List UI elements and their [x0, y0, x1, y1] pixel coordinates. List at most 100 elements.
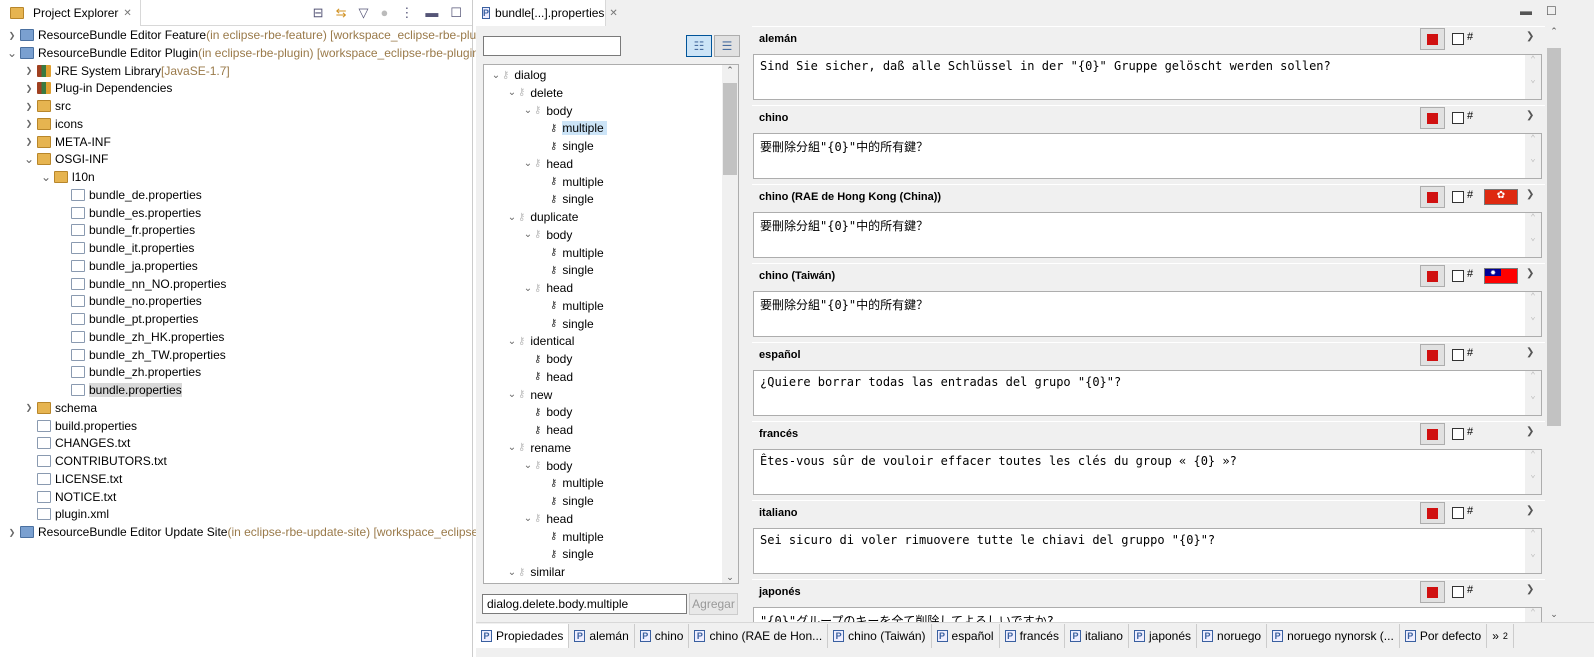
chevron-down-icon[interactable]: ⌄	[522, 460, 534, 471]
expand-arrow-icon[interactable]: ❯	[1526, 189, 1534, 200]
key-tree-item[interactable]: ⚷ single	[538, 545, 594, 563]
locale-tab[interactable]: Pespañol	[932, 623, 1000, 648]
collapse-all-icon[interactable]: ⊟	[313, 5, 324, 21]
project-tree-item[interactable]: bundle_es.properties	[57, 204, 201, 222]
unicode-checkbox[interactable]	[1452, 507, 1464, 519]
chevron-down-icon[interactable]: ⌄	[40, 170, 52, 184]
key-tree-item[interactable]: ⌄ ⚷ similar	[506, 563, 565, 581]
key-tree-item[interactable]: ⚷ body	[522, 350, 572, 368]
key-tree-item[interactable]: ⌄ ⚷ body	[522, 457, 573, 475]
unicode-checkbox[interactable]	[1452, 270, 1464, 282]
expand-arrow-icon[interactable]: ❯	[1526, 347, 1534, 358]
textarea-scrollbar[interactable]: ⌃⌄	[1525, 134, 1541, 178]
project-tree-item[interactable]: ❯ JRE System Library [JavaSE-1.7]	[23, 62, 230, 80]
translate-button[interactable]	[1420, 28, 1445, 50]
view-menu-icon[interactable]: ⋮	[400, 5, 413, 21]
chevron-right-icon[interactable]: ❯	[23, 84, 35, 93]
project-tree-item[interactable]: plugin.xml	[23, 505, 109, 523]
locale-value-textarea[interactable]: 要刪除分組"{0}"中的所有鍵？ ⌃ ⌄	[753, 291, 1542, 337]
translate-button[interactable]	[1420, 265, 1445, 287]
key-tree-item[interactable]: ⌄ ⚷ body	[522, 102, 573, 120]
unicode-checkbox[interactable]	[1452, 349, 1464, 361]
unicode-checkbox[interactable]	[1452, 191, 1464, 203]
locale-tab[interactable]: Pchino (RAE de Hon...	[689, 623, 829, 648]
unicode-checkbox[interactable]	[1452, 112, 1464, 124]
locale-tab[interactable]: Pjaponés	[1129, 623, 1198, 648]
chevron-down-icon[interactable]: ⌄	[23, 152, 35, 166]
project-tree-item[interactable]: bundle_fr.properties	[57, 221, 195, 239]
project-tree-item[interactable]: bundle_zh.properties	[57, 363, 201, 381]
working-set-icon[interactable]: ●	[380, 5, 388, 21]
expand-arrow-icon[interactable]: ❯	[1526, 584, 1534, 595]
project-explorer-tab[interactable]: Project Explorer ✕	[0, 0, 141, 26]
project-tree-item[interactable]: bundle_zh_TW.properties	[57, 346, 226, 364]
unicode-checkbox[interactable]	[1452, 428, 1464, 440]
project-tree-item[interactable]: bundle_zh_HK.properties	[57, 328, 224, 346]
key-tree-item[interactable]: ⚷ single	[538, 190, 594, 208]
project-tree-item[interactable]: ❯ META-INF	[23, 133, 111, 151]
tabs-overflow-button[interactable]: » 2	[1487, 623, 1514, 648]
minimize-icon[interactable]: ▬	[425, 5, 438, 21]
locale-tab[interactable]: Pitaliano	[1065, 623, 1129, 648]
chevron-down-icon[interactable]: ⌄	[506, 212, 518, 223]
locale-value-textarea[interactable]: ¿Quiere borrar todas las entradas del gr…	[753, 370, 1542, 416]
locale-value-textarea[interactable]: 要刪除分組"{0}"中的所有鍵？ ⌃ ⌄	[753, 133, 1542, 179]
key-tree-item[interactable]: ⌄ ⚷ new	[506, 386, 553, 404]
chevron-down-icon[interactable]: ⌄	[506, 336, 518, 347]
key-tree-scrollbar[interactable]: ⌃ ⌄	[722, 65, 738, 583]
key-tree-item[interactable]: ⚷ body	[522, 403, 572, 421]
key-tree-item[interactable]: ⌄ ⚷ dialog	[490, 66, 547, 84]
locale-value-textarea[interactable]: Sind Sie sicher, daß alle Schlüssel in d…	[753, 54, 1542, 100]
key-tree-item[interactable]: ⚷ multiple	[538, 474, 604, 492]
chevron-down-icon[interactable]: ⌄	[506, 389, 518, 400]
key-name-field[interactable]: dialog.delete.body.multiple	[482, 594, 687, 614]
locale-value-textarea[interactable]: "{0}"グループのキーを全て削除してよろしいですか? ⌃⌄	[753, 607, 1542, 622]
chevron-down-icon[interactable]: ⌄	[6, 46, 18, 60]
locale-tab[interactable]: Pchino (Taiwán)	[828, 623, 932, 648]
project-tree-item[interactable]: ❯ Plug-in Dependencies	[23, 79, 173, 97]
unicode-checkbox[interactable]	[1452, 33, 1464, 45]
expand-arrow-icon[interactable]: ❯	[1526, 268, 1534, 279]
key-tree[interactable]: ⌃ ⌄ ⌄ ⚷ dialog ⌄ ⚷ delete ⌄ ⚷ body ⚷ multiple ⚷ sing…	[483, 64, 739, 584]
close-icon[interactable]: ✕	[123, 8, 131, 19]
key-tree-item[interactable]: ⌄ ⚷ duplicate	[506, 208, 579, 226]
chevron-down-icon[interactable]: ⌄	[522, 229, 534, 240]
chevron-down-icon[interactable]: ⌄	[522, 105, 534, 116]
textarea-scrollbar[interactable]: ⌃⌄	[1525, 450, 1541, 494]
chevron-down-icon[interactable]: ⌄	[522, 513, 534, 524]
locale-value-textarea[interactable]: 要刪除分組"{0}"中的所有鍵？ ⌃ ⌄	[753, 212, 1542, 258]
flat-view-toggle[interactable]: ☰	[714, 35, 740, 57]
locale-tab[interactable]: P Por defecto	[1400, 623, 1488, 648]
project-tree-item[interactable]: bundle_it.properties	[57, 239, 194, 257]
chevron-down-icon[interactable]: ⌄	[490, 70, 502, 81]
expand-arrow-icon[interactable]: ❯	[1526, 31, 1534, 42]
project-tree-item[interactable]: build.properties	[23, 417, 137, 435]
project-tree-item[interactable]: CONTRIBUTORS.txt	[23, 452, 167, 470]
locale-tab[interactable]: P Propiedades	[476, 623, 570, 648]
locale-editors-scrollbar[interactable]: ⌃ ⌄	[1545, 26, 1563, 622]
key-tree-item[interactable]: ⚷ multiple	[538, 173, 604, 191]
project-tree-item[interactable]: CHANGES.txt	[23, 434, 130, 452]
project-tree-item[interactable]: bundle_ja.properties	[57, 257, 198, 275]
project-tree-item[interactable]: ❯ ResourceBundle Editor Feature (in eclip…	[6, 26, 496, 44]
locale-tab[interactable]: Pfrancés	[1000, 623, 1065, 648]
link-with-editor-icon[interactable]: ⇆	[336, 5, 347, 21]
translate-button[interactable]	[1420, 186, 1445, 208]
project-tree-item[interactable]: bundle.properties	[57, 381, 182, 399]
key-tree-item[interactable]: ⌄ ⚷ head	[522, 155, 573, 173]
key-tree-item[interactable]: ⚷ multiple	[538, 119, 607, 137]
chevron-down-icon[interactable]: ⌄	[506, 442, 518, 453]
key-tree-item[interactable]: ⚷ multiple	[538, 528, 604, 546]
textarea-scrollbar[interactable]: ⌃⌄	[1525, 608, 1541, 622]
chevron-right-icon[interactable]: ❯	[23, 403, 35, 412]
key-tree-item[interactable]: ⌄ ⚷ rename	[506, 439, 571, 457]
project-tree-item[interactable]: NOTICE.txt	[23, 488, 116, 506]
project-tree-item[interactable]: bundle_nn_NO.properties	[57, 275, 226, 293]
translate-button[interactable]	[1420, 581, 1445, 603]
chevron-down-icon[interactable]: ⌄	[522, 283, 534, 294]
translate-button[interactable]	[1420, 502, 1445, 524]
tree-view-toggle[interactable]: ☷	[686, 35, 712, 57]
expand-arrow-icon[interactable]: ❯	[1526, 110, 1534, 121]
close-icon[interactable]: ✕	[609, 8, 617, 19]
project-tree-item[interactable]: ⌄ ResourceBundle Editor Plugin (in eclips…	[6, 44, 482, 62]
